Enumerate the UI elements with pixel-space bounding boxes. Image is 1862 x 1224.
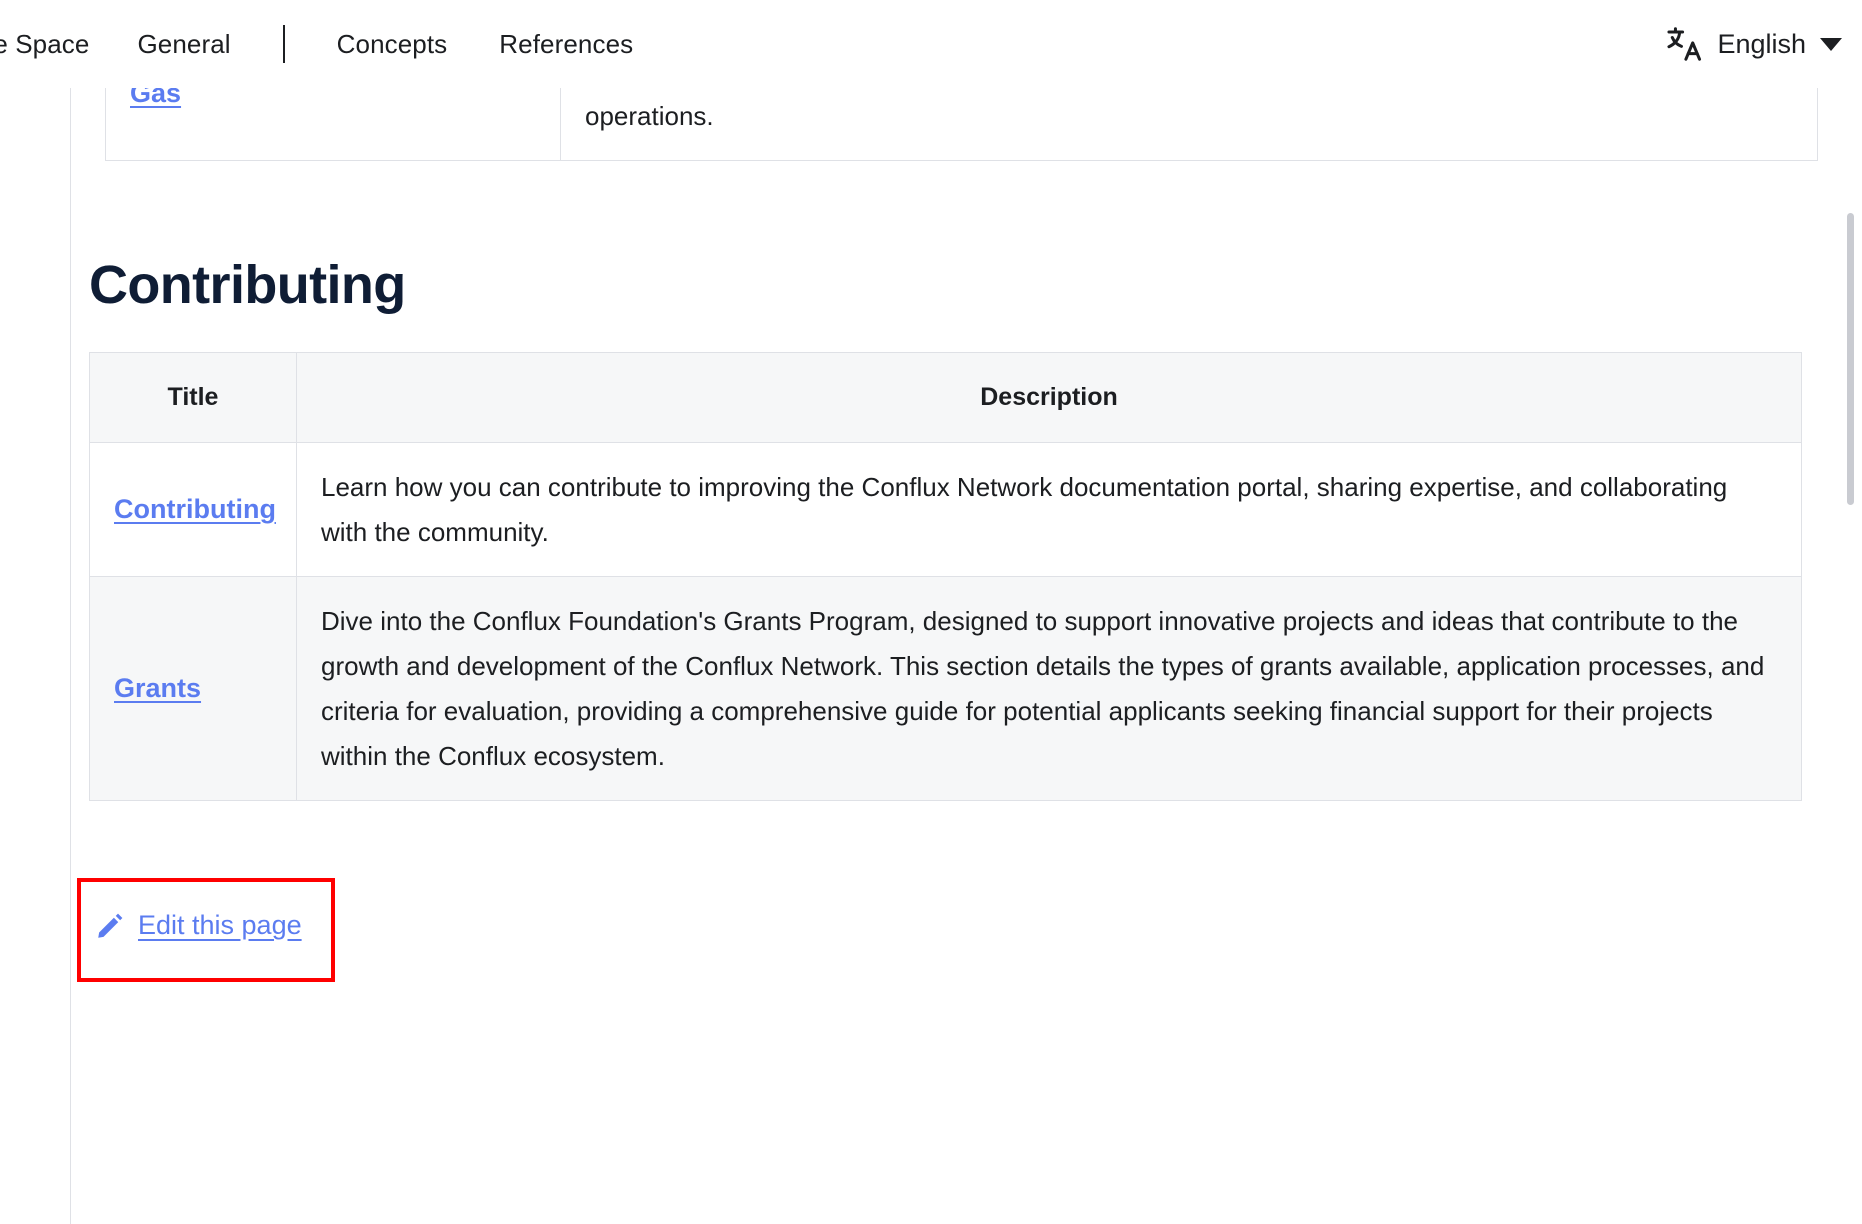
top-navbar: ore Space General Concepts References En… (0, 0, 1862, 88)
table-cell-title: Gas (106, 88, 561, 161)
table-row: Contributing Learn how you can contribut… (90, 443, 1802, 577)
scrollbar-thumb[interactable] (1847, 213, 1854, 505)
nav-item-general[interactable]: General (137, 29, 230, 60)
chevron-down-icon (1820, 38, 1842, 51)
nav-item-references[interactable]: References (499, 29, 633, 60)
navbar-divider (283, 25, 285, 63)
translate-icon (1665, 25, 1703, 63)
table-cell-title: Contributing (90, 443, 297, 577)
column-header-title: Title (90, 353, 297, 443)
previous-section-table-wrapper: Gas Learn about the gas mechanism in Con… (105, 88, 1817, 161)
doc-link-contributing[interactable]: Contributing (114, 494, 276, 524)
table-cell-description: Dive into the Conflux Foundation's Grant… (297, 577, 1802, 801)
doc-link-gas[interactable]: Gas (130, 88, 181, 108)
edit-this-page-label: Edit this page (138, 910, 302, 941)
contributing-table-wrapper: Title Description Contributing Learn how… (89, 352, 1801, 801)
table-row: Grants Dive into the Conflux Foundation'… (90, 577, 1802, 801)
pencil-icon (95, 911, 125, 941)
doc-link-grants[interactable]: Grants (114, 673, 201, 703)
language-label: English (1717, 29, 1806, 60)
column-header-description: Description (297, 353, 1802, 443)
table-cell-title: Grants (90, 577, 297, 801)
documentation-page: ore Space General Concepts References En… (0, 0, 1862, 1224)
nav-item-core-space[interactable]: ore Space (0, 29, 89, 60)
contributing-table: Title Description Contributing Learn how… (89, 352, 1802, 801)
table-header-row: Title Description (90, 353, 1802, 443)
sidebar-divider (70, 88, 71, 1224)
table-cell-description: Learn how you can contribute to improvin… (297, 443, 1802, 577)
table-cell-description: Learn about the gas mechanism in Conflux… (561, 88, 1818, 161)
previous-section-table: Gas Learn about the gas mechanism in Con… (105, 88, 1818, 161)
language-selector[interactable]: English (1665, 0, 1842, 88)
table-row: Gas Learn about the gas mechanism in Con… (106, 88, 1818, 161)
scrollbar-track[interactable] (1844, 88, 1860, 1224)
main-content: Gas Learn about the gas mechanism in Con… (71, 88, 1862, 1224)
section-heading-contributing: Contributing (89, 258, 406, 312)
edit-this-page-link[interactable]: Edit this page (95, 910, 302, 941)
nav-item-concepts[interactable]: Concepts (337, 29, 448, 60)
navbar-links: ore Space General Concepts References (0, 0, 685, 88)
